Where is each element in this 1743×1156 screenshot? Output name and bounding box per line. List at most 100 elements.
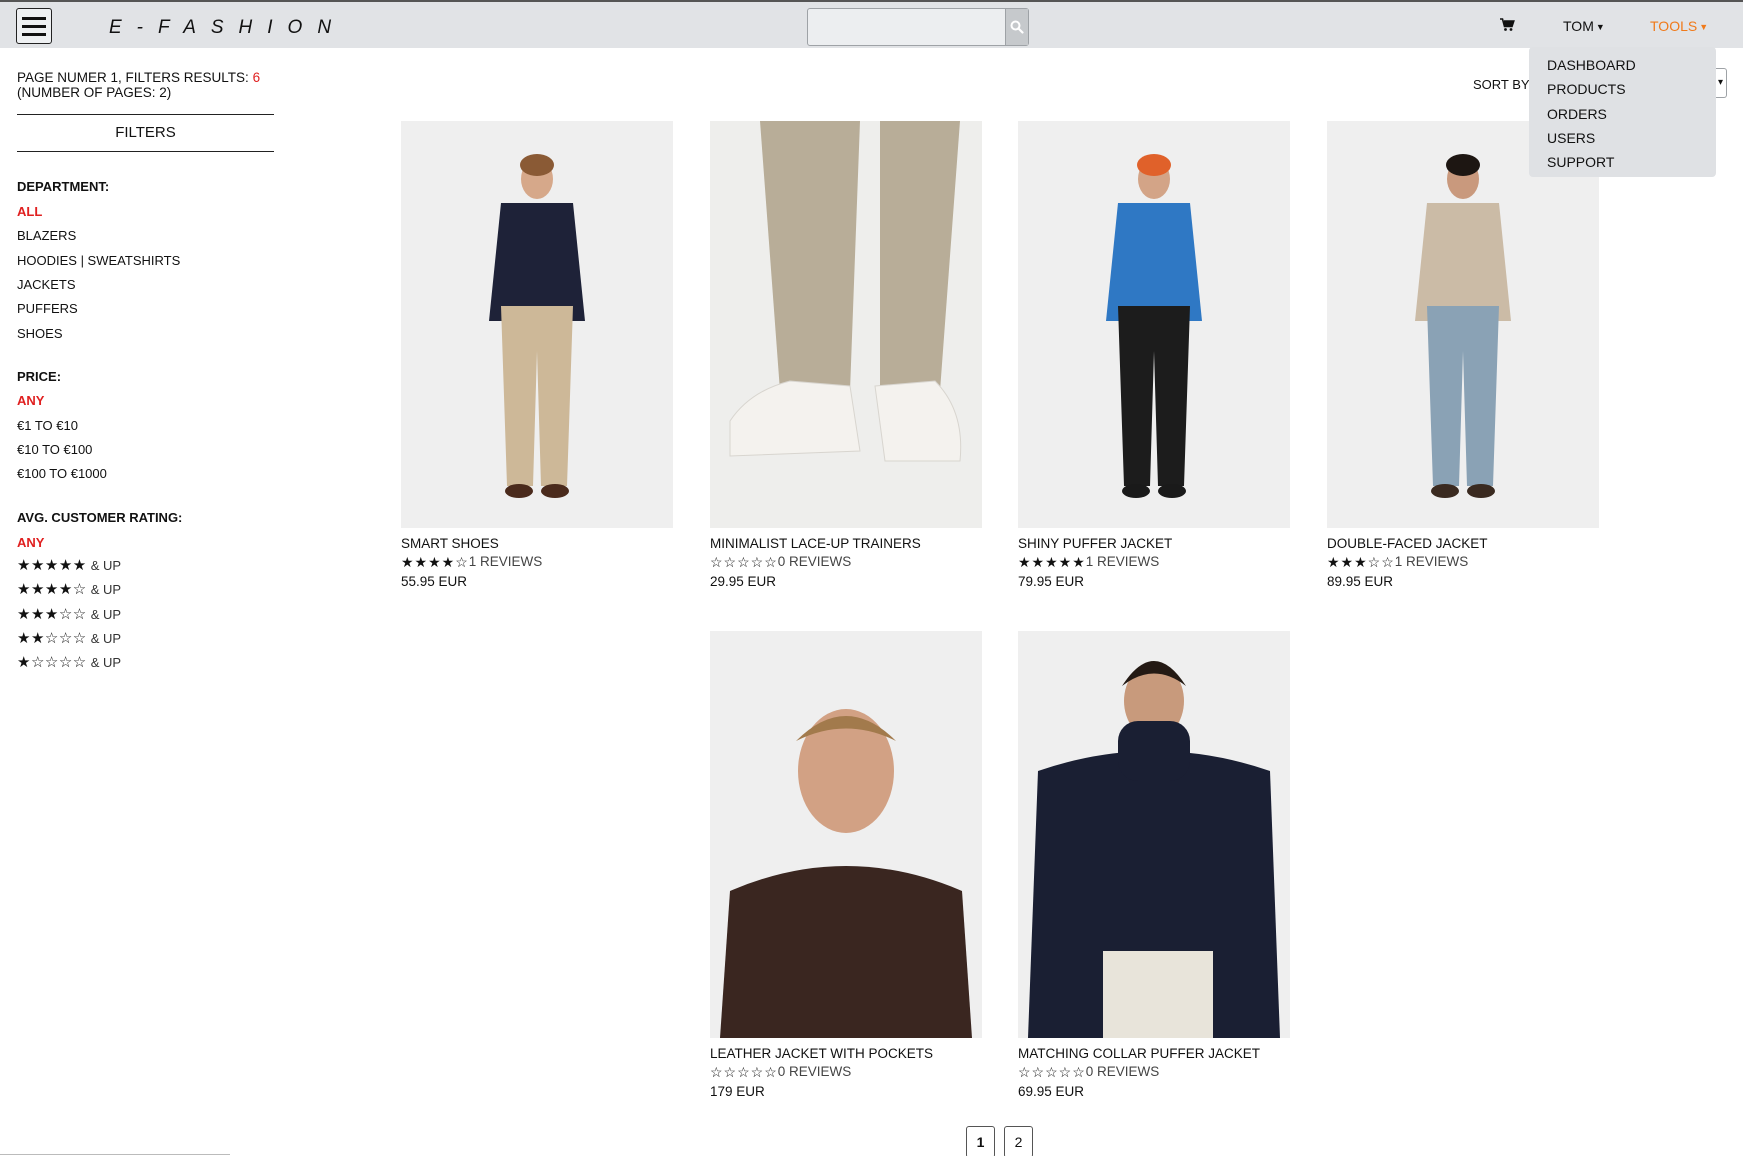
filter-rating-any[interactable]: ANY bbox=[17, 535, 44, 550]
product-image[interactable] bbox=[401, 121, 673, 528]
filter-rating-2[interactable]: ★★☆☆☆ & UP bbox=[17, 629, 121, 647]
caret-down-icon: ▼ bbox=[1595, 22, 1605, 33]
product-name[interactable]: SMART SHOES bbox=[401, 536, 673, 551]
filter-price-any[interactable]: ANY bbox=[17, 393, 44, 408]
menu-item-users[interactable]: USERS bbox=[1529, 126, 1716, 150]
product-image[interactable] bbox=[1018, 121, 1290, 528]
product-photo bbox=[1018, 631, 1290, 1038]
product-photo bbox=[401, 121, 673, 528]
filter-price-10-100[interactable]: €10 TO €100 bbox=[17, 442, 92, 457]
star-rating-icon: ★☆☆☆☆ bbox=[17, 654, 87, 671]
product-name[interactable]: LEATHER JACKET WITH POCKETS bbox=[710, 1046, 982, 1061]
product-image[interactable] bbox=[710, 121, 982, 528]
user-menu[interactable]: TOM ▼ bbox=[1563, 18, 1605, 34]
product-card: LEATHER JACKET WITH POCKETS ☆☆☆☆☆ 0 REVI… bbox=[710, 631, 982, 1099]
product-photo bbox=[1327, 121, 1599, 528]
results-info: PAGE NUMER 1, FILTERS RESULTS: 6 (NUMBER… bbox=[17, 70, 260, 100]
user-name: TOM bbox=[1563, 18, 1594, 34]
star-rating-icon: ☆☆☆☆☆ bbox=[710, 554, 778, 570]
and-up-label: & UP bbox=[90, 630, 122, 646]
search-button[interactable] bbox=[1005, 9, 1028, 45]
sort-by-label: SORT BY bbox=[1473, 77, 1530, 92]
review-count: 0 REVIEWS bbox=[777, 1064, 852, 1080]
and-up-label: & UP bbox=[90, 606, 122, 622]
product-price: 179 EUR bbox=[710, 1084, 765, 1099]
product-rating: ★★★☆☆ 1 REVIEWS bbox=[1327, 554, 1599, 571]
product-name[interactable]: MATCHING COLLAR PUFFER JACKET bbox=[1018, 1046, 1290, 1061]
filter-rating-5[interactable]: ★★★★★ & UP bbox=[17, 556, 121, 574]
filter-price-100-1000[interactable]: €100 TO €1000 bbox=[17, 466, 107, 481]
filter-rating-1[interactable]: ★☆☆☆☆ & UP bbox=[17, 653, 121, 671]
product-price: 69.95 EUR bbox=[1018, 1084, 1085, 1099]
product-card: DOUBLE-FACED JACKET ★★★☆☆ 1 REVIEWS 89.9… bbox=[1327, 121, 1599, 589]
hamburger-menu-icon[interactable] bbox=[16, 8, 52, 44]
filter-price-1-10[interactable]: €1 TO €10 bbox=[17, 418, 78, 433]
filter-department-all[interactable]: ALL bbox=[17, 204, 42, 219]
product-rating: ★★★★☆ 1 REVIEWS bbox=[401, 554, 673, 571]
product-image[interactable] bbox=[710, 631, 982, 1038]
product-card: MINIMALIST LACE-UP TRAINERS ☆☆☆☆☆ 0 REVI… bbox=[710, 121, 982, 589]
product-rating: ★★★★★ 1 REVIEWS bbox=[1018, 554, 1290, 571]
review-count: 0 REVIEWS bbox=[1085, 1064, 1160, 1080]
product-price: 89.95 EUR bbox=[1327, 574, 1394, 589]
search-input[interactable] bbox=[808, 9, 1005, 45]
product-price: 79.95 EUR bbox=[1018, 574, 1085, 589]
page-button-2[interactable]: 2 bbox=[1004, 1126, 1033, 1156]
cart-icon bbox=[1500, 18, 1515, 31]
review-count: 1 REVIEWS bbox=[1085, 554, 1160, 570]
star-rating-icon: ★★★☆☆ bbox=[1327, 554, 1395, 570]
review-count: 1 REVIEWS bbox=[1394, 554, 1469, 570]
search-box bbox=[807, 8, 1029, 46]
filter-department-jackets[interactable]: JACKETS bbox=[17, 277, 76, 292]
results-count: 6 bbox=[252, 70, 261, 85]
menu-item-support[interactable]: SUPPORT bbox=[1529, 150, 1716, 174]
filter-rating-4[interactable]: ★★★★☆ & UP bbox=[17, 580, 121, 598]
price-title: PRICE: bbox=[17, 369, 62, 384]
product-card: MATCHING COLLAR PUFFER JACKET ☆☆☆☆☆ 0 RE… bbox=[1018, 631, 1290, 1099]
menu-item-orders[interactable]: ORDERS bbox=[1529, 102, 1716, 126]
product-card: SHINY PUFFER JACKET ★★★★★ 1 REVIEWS 79.9… bbox=[1018, 121, 1290, 589]
tools-label: TOOLS bbox=[1650, 18, 1698, 34]
pages-count-text: (NUMBER OF PAGES: 2) bbox=[17, 85, 172, 100]
tools-menu[interactable]: TOOLS ▼ bbox=[1650, 18, 1708, 34]
product-name[interactable]: MINIMALIST LACE-UP TRAINERS bbox=[710, 536, 982, 551]
results-text: PAGE NUMER 1, FILTERS RESULTS: bbox=[17, 70, 249, 85]
star-rating-icon: ★★★★★ bbox=[1018, 554, 1086, 570]
filter-department-blazers[interactable]: BLAZERS bbox=[17, 228, 76, 243]
product-card: SMART SHOES ★★★★☆ 1 REVIEWS 55.95 EUR bbox=[401, 121, 673, 589]
star-rating-icon: ★★★★☆ bbox=[401, 554, 469, 570]
star-rating-icon: ☆☆☆☆☆ bbox=[1018, 1064, 1086, 1080]
sort-select-chevron-icon[interactable]: ▾ bbox=[1715, 68, 1727, 98]
department-title: DEPARTMENT: bbox=[17, 179, 110, 194]
brand-logo[interactable]: E-FASHION bbox=[109, 17, 346, 39]
filter-department-hoodies[interactable]: HOODIES | SWEATSHIRTS bbox=[17, 253, 180, 268]
search-icon bbox=[1010, 20, 1024, 34]
product-name[interactable]: DOUBLE-FACED JACKET bbox=[1327, 536, 1599, 551]
product-photo bbox=[710, 121, 982, 528]
product-image[interactable] bbox=[1327, 121, 1599, 528]
star-rating-icon: ★★☆☆☆ bbox=[17, 630, 87, 647]
product-price: 55.95 EUR bbox=[401, 574, 468, 589]
filter-department-puffers[interactable]: PUFFERS bbox=[17, 301, 78, 316]
product-photo bbox=[710, 631, 982, 1038]
product-price: 29.95 EUR bbox=[710, 574, 777, 589]
filter-department-shoes[interactable]: SHOES bbox=[17, 326, 63, 341]
product-rating: ☆☆☆☆☆ 0 REVIEWS bbox=[1018, 1064, 1290, 1081]
review-count: 0 REVIEWS bbox=[777, 554, 852, 570]
menu-item-products[interactable]: PRODUCTS bbox=[1529, 77, 1716, 101]
cart-button[interactable] bbox=[1500, 18, 1515, 35]
star-rating-icon: ★★★★☆ bbox=[17, 581, 87, 598]
tools-dropdown: DASHBOARD PRODUCTS ORDERS USERS SUPPORT bbox=[1529, 47, 1716, 177]
page-button-1[interactable]: 1 bbox=[966, 1126, 995, 1156]
star-rating-icon: ★★★☆☆ bbox=[17, 606, 87, 623]
divider bbox=[0, 1154, 230, 1155]
rating-title: AVG. CUSTOMER RATING: bbox=[17, 510, 183, 525]
product-name[interactable]: SHINY PUFFER JACKET bbox=[1018, 536, 1290, 551]
star-rating-icon: ☆☆☆☆☆ bbox=[710, 1064, 778, 1080]
filter-rating-3[interactable]: ★★★☆☆ & UP bbox=[17, 605, 121, 623]
star-rating-icon: ★★★★★ bbox=[17, 557, 87, 574]
product-image[interactable] bbox=[1018, 631, 1290, 1038]
product-photo bbox=[1018, 121, 1290, 528]
and-up-label: & UP bbox=[90, 654, 122, 670]
menu-item-dashboard[interactable]: DASHBOARD bbox=[1529, 53, 1716, 77]
